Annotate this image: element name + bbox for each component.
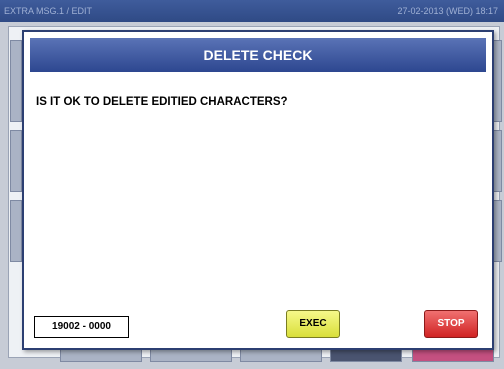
dialog-title: DELETE CHECK xyxy=(30,38,486,72)
background-tab xyxy=(10,200,22,262)
background-tab xyxy=(10,130,22,192)
message-code: 19002 - 0000 xyxy=(34,316,129,338)
delete-check-dialog: DELETE CHECK IS IT OK TO DELETE EDITIED … xyxy=(22,30,494,350)
background-tab xyxy=(150,348,232,362)
datetime-display: 27-02-2013 (WED) 18:17 xyxy=(397,6,498,16)
background-tab xyxy=(10,40,22,122)
dialog-message: IS IT OK TO DELETE EDITIED CHARACTERS? xyxy=(36,96,288,108)
stop-button[interactable]: STOP xyxy=(424,310,478,338)
screen-title: EXTRA MSG.1 / EDIT xyxy=(4,6,93,16)
background-tab xyxy=(330,348,402,362)
exec-button[interactable]: EXEC xyxy=(286,310,340,338)
background-tab xyxy=(412,348,494,362)
screen: EXTRA MSG.1 / EDIT 27-02-2013 (WED) 18:1… xyxy=(0,0,504,369)
background-tab xyxy=(240,348,322,362)
background-tab xyxy=(60,348,142,362)
status-bar: EXTRA MSG.1 / EDIT 27-02-2013 (WED) 18:1… xyxy=(0,0,504,22)
